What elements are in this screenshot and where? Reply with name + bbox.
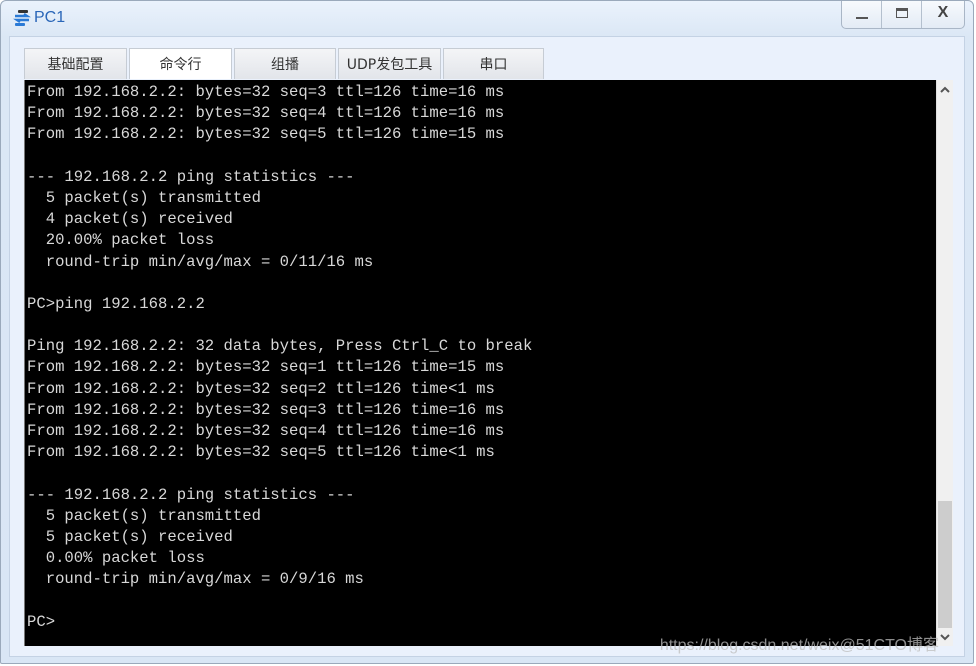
terminal-line: round-trip min/avg/max = 0/11/16 ms — [27, 252, 374, 271]
terminal-lines: From 192.168.2.2: bytes=32 seq=3 ttl=126… — [27, 82, 532, 633]
terminal-line: From 192.168.2.2: bytes=32 seq=1 ttl=126… — [27, 358, 505, 377]
chevron-up-icon — [940, 83, 950, 96]
maximize-button[interactable] — [882, 1, 922, 28]
terminal-line: 5 packet(s) received — [27, 527, 233, 546]
terminal-line: From 192.168.2.2: bytes=32 seq=3 ttl=126… — [27, 400, 505, 419]
terminal-line: From 192.168.2.2: bytes=32 seq=5 ttl=126… — [27, 443, 495, 462]
tab-label: UDP发包工具 — [346, 57, 433, 73]
terminal-line: 5 packet(s) transmitted — [27, 506, 261, 525]
scrollbar-thumb[interactable] — [938, 501, 952, 628]
terminal-line: round-trip min/avg/max = 0/9/16 ms — [27, 570, 364, 589]
maximize-icon — [896, 8, 908, 18]
tab-serial[interactable]: 串口 — [443, 48, 544, 79]
terminal-line: 0.00% packet loss — [27, 549, 205, 568]
terminal-line: From 192.168.2.2: bytes=32 seq=5 ttl=126… — [27, 125, 505, 144]
scroll-up-button[interactable] — [937, 80, 953, 98]
terminal-line: 20.00% packet loss — [27, 231, 215, 250]
close-button[interactable]: X — [922, 1, 964, 28]
close-icon: X — [937, 4, 949, 21]
network-device-icon — [13, 10, 31, 26]
terminal-line: Ping 192.168.2.2: 32 data bytes, Press C… — [27, 337, 533, 356]
window-content: 基础配置 命令行 组播 UDP发包工具 串口 From 192.168.2.2:… — [9, 36, 965, 657]
terminal-line: PC>ping 192.168.2.2 — [27, 294, 205, 313]
terminal-line: --- 192.168.2.2 ping statistics --- — [27, 167, 355, 186]
window-title: PC1 — [34, 9, 66, 26]
terminal-line: From 192.168.2.2: bytes=32 seq=2 ttl=126… — [27, 379, 495, 398]
terminal-line: --- 192.168.2.2 ping statistics --- — [27, 485, 355, 504]
terminal-line: 4 packet(s) received — [27, 210, 233, 229]
tab-udp-tool[interactable]: UDP发包工具 — [338, 48, 441, 79]
pc1-window: PC1 X 基础配置 命令行 组播 UDP发包工具 串口 From 192.16… — [0, 0, 974, 664]
window-controls: X — [841, 1, 965, 29]
minimize-icon — [856, 17, 868, 19]
terminal-line: PC> — [27, 612, 56, 631]
tab-basic-config[interactable]: 基础配置 — [24, 48, 127, 79]
tab-label: 组播 — [271, 57, 299, 73]
title-bar[interactable]: PC1 X — [1, 1, 973, 37]
tab-command-line[interactable]: 命令行 — [129, 48, 232, 79]
tab-label: 串口 — [479, 57, 508, 73]
tab-bar: 基础配置 命令行 组播 UDP发包工具 串口 — [24, 48, 546, 80]
vertical-scrollbar[interactable] — [936, 80, 953, 646]
terminal-line: 5 packet(s) transmitted — [27, 188, 261, 207]
terminal-line: From 192.168.2.2: bytes=32 seq=4 ttl=126… — [27, 422, 505, 440]
minimize-button[interactable] — [842, 1, 882, 28]
chevron-down-icon — [940, 631, 950, 644]
terminal-line: From 192.168.2.2: bytes=32 seq=3 ttl=126… — [27, 83, 505, 101]
tab-label: 命令行 — [159, 57, 202, 73]
scroll-down-button[interactable] — [937, 628, 953, 646]
terminal-output[interactable]: From 192.168.2.2: bytes=32 seq=3 ttl=126… — [24, 80, 937, 646]
tab-multicast[interactable]: 组播 — [234, 48, 336, 79]
terminal-line: From 192.168.2.2: bytes=32 seq=4 ttl=126… — [27, 104, 505, 123]
tab-label: 基础配置 — [47, 57, 104, 73]
watermark: https://blog.csdn.net/weix@51CTO博客 — [659, 637, 939, 654]
